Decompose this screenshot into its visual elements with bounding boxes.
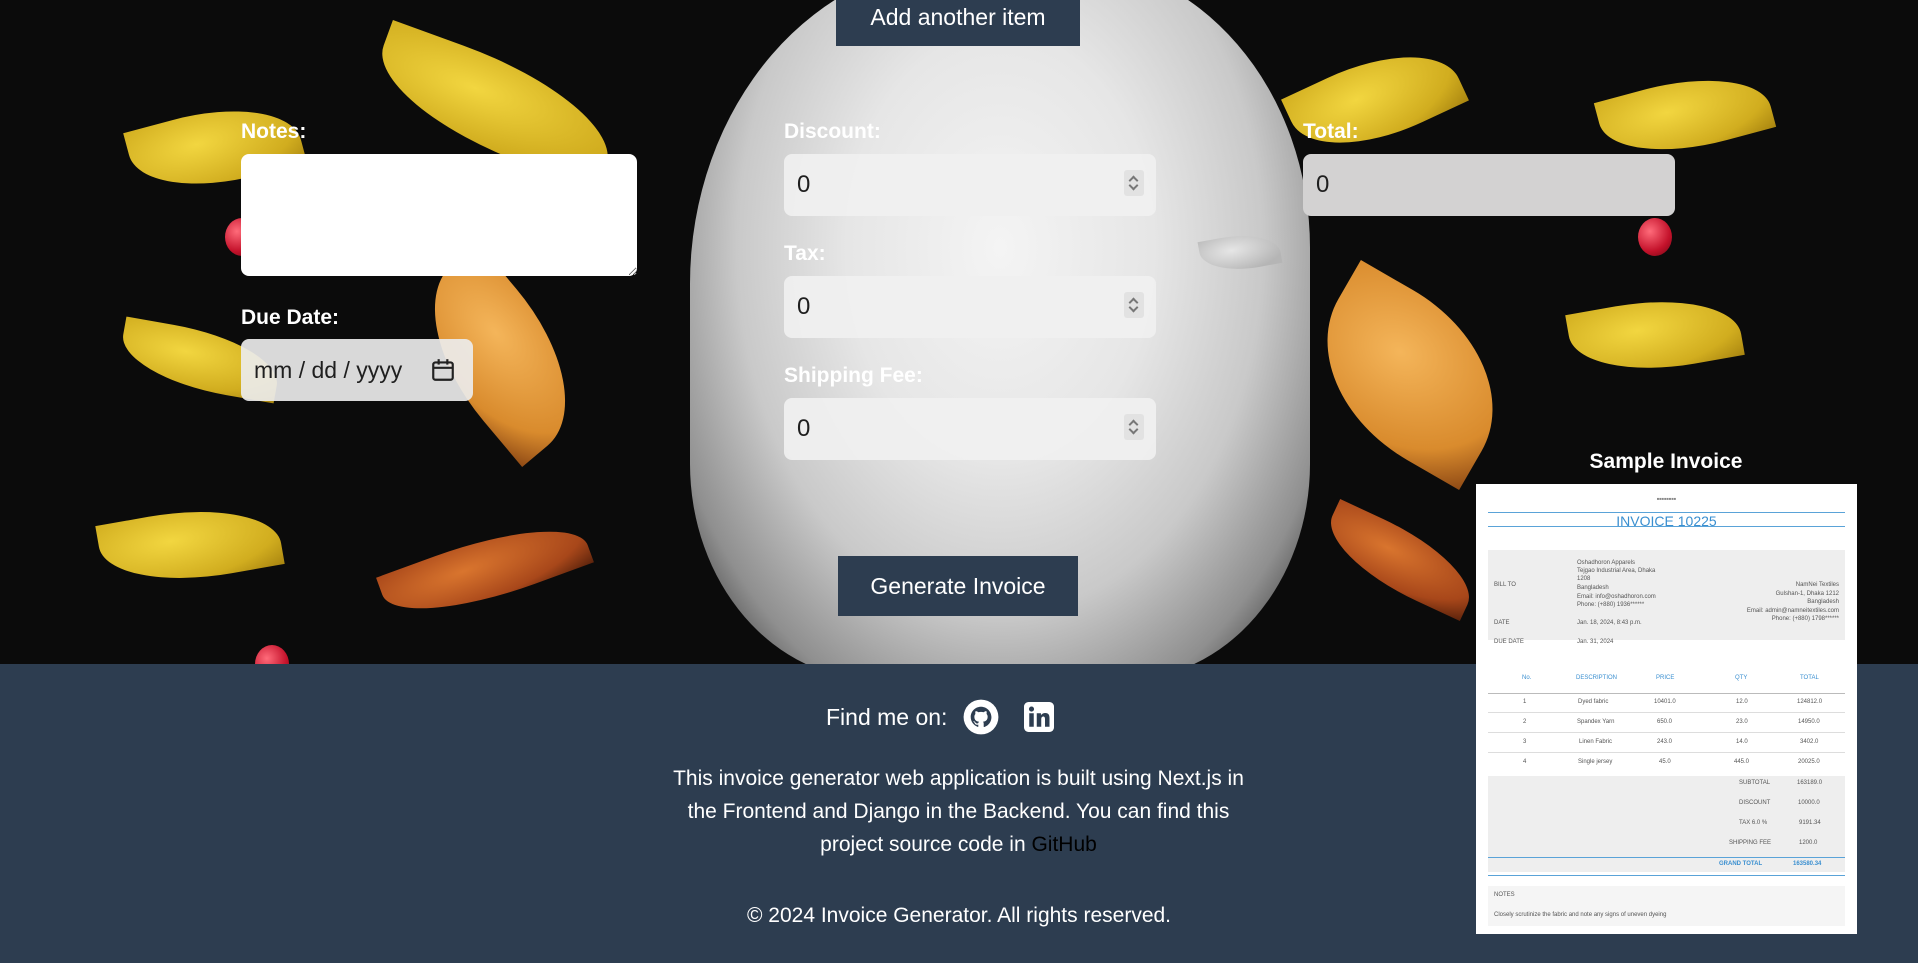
sample-date-value: Jan. 18, 2024, 8:43 p.m. (1577, 620, 1642, 626)
add-item-button[interactable]: Add another item (836, 0, 1080, 46)
sample-cell: Single jersey (1578, 759, 1613, 765)
sample-to-line: Bangladesh (1807, 599, 1839, 605)
shipping-label: Shipping Fee: (784, 364, 923, 387)
linkedin-icon[interactable] (1021, 699, 1057, 735)
github-icon[interactable] (962, 698, 1000, 736)
about-body: This invoice generator web application i… (673, 767, 1244, 856)
sample-from-line: Oshadhoron Apparels (1577, 560, 1636, 566)
sample-col-header: DESCRIPTION (1576, 675, 1618, 681)
sample-cell: 3402.0 (1800, 739, 1819, 745)
sample-sum-value: 9191.34 (1799, 820, 1821, 826)
sample-to-line: NamNei Textiles (1795, 582, 1839, 588)
sample-cell: 445.0 (1734, 759, 1750, 765)
tax-label: Tax: (784, 242, 826, 265)
calendar-icon[interactable] (430, 357, 456, 383)
sample-sum-label: SUBTOTAL (1739, 780, 1771, 786)
leaf-decoration (1281, 27, 1469, 173)
shipping-input[interactable]: 0 (784, 398, 1156, 460)
tax-input[interactable]: 0 (784, 276, 1156, 338)
sample-cell: 124812.0 (1797, 699, 1823, 705)
discount-spinner[interactable] (1124, 170, 1144, 196)
sample-invoice-number: INVOICE 10225 (1488, 512, 1845, 528)
sample-col-header: PRICE (1656, 675, 1675, 681)
notes-textarea[interactable] (241, 154, 637, 276)
sample-bill-to-label: BILL TO (1494, 582, 1516, 588)
leaf-decoration (1314, 499, 1486, 621)
sample-from-line: Phone: (+880) 1936****** (1577, 602, 1645, 608)
sample-cell: 20025.0 (1798, 759, 1820, 765)
discount-input[interactable]: 0 (784, 154, 1156, 216)
sample-sum-value: 10000.0 (1798, 800, 1820, 806)
sample-cell: Spandex Yarn (1577, 719, 1615, 725)
sample-due-label: DUE DATE (1494, 639, 1524, 645)
sample-cell: 23.0 (1736, 719, 1748, 725)
shipping-value: 0 (797, 415, 811, 442)
sample-cell: 10401.0 (1654, 699, 1676, 705)
about-text: This invoice generator web application i… (667, 762, 1250, 861)
sample-grand-total-label: GRAND TOTAL (1719, 861, 1763, 867)
sample-cell: Dyed fabric (1578, 699, 1609, 705)
sample-due-value: Jan. 31, 2024 (1577, 639, 1614, 645)
sample-cell: 14.0 (1736, 739, 1748, 745)
sample-to-line: Email: admin@namneitextiles.com (1746, 608, 1839, 614)
notes-label: Notes: (241, 120, 307, 143)
tax-spinner[interactable] (1124, 292, 1144, 318)
total-label: Total: (1303, 120, 1359, 143)
berry-decoration (255, 645, 289, 664)
sample-sum-label: SHIPPING FEE (1729, 840, 1772, 846)
leaf-decoration (95, 494, 285, 596)
sample-invoice-title: Sample Invoice (1589, 450, 1743, 473)
sample-sum-value: 163189.0 (1797, 780, 1823, 786)
sample-cell: 1 (1523, 699, 1527, 705)
sample-from-line: Email: info@oshadhoron.com (1577, 594, 1656, 600)
sample-sum-value: 1200.0 (1799, 840, 1818, 846)
tax-value: 0 (797, 293, 811, 320)
total-value: 0 (1316, 171, 1330, 198)
sample-invoice-preview: ■■■■■■■■ INVOICE 10225 BILL TO DATE DUE … (1476, 484, 1857, 934)
sample-sum-label: DISCOUNT (1739, 800, 1771, 806)
sample-cell: 3 (1523, 739, 1527, 745)
sample-to-line: Phone: (+880) 1798****** (1771, 616, 1839, 622)
sample-to-line: Gulshan-1, Dhaka 1212 (1775, 591, 1839, 597)
discount-label: Discount: (784, 120, 881, 143)
sample-col-header: No. (1522, 675, 1532, 681)
leaf-decoration (376, 505, 594, 635)
sample-sum-label: TAX 6.0 % (1739, 820, 1768, 826)
generate-invoice-button[interactable]: Generate Invoice (838, 556, 1078, 616)
sample-cell: 4 (1523, 759, 1527, 765)
sample-cell: 2 (1523, 719, 1527, 725)
due-date-label: Due Date: (241, 306, 340, 329)
due-date-input[interactable]: mm / dd / yyyy (241, 339, 473, 401)
sample-col-header: TOTAL (1800, 675, 1819, 681)
sample-cell: 14950.0 (1798, 719, 1820, 725)
sample-cell: 12.0 (1736, 699, 1748, 705)
github-link[interactable]: GitHub (1031, 833, 1096, 856)
sample-from-line: Tejgao Industrial Area, Dhaka (1577, 568, 1656, 574)
sample-cell: 45.0 (1659, 759, 1671, 765)
sample-cell: Linen Fabric (1579, 739, 1613, 745)
find-me-row: Find me on: (826, 698, 1057, 736)
shipping-spinner[interactable] (1124, 414, 1144, 440)
sample-notes-box (1488, 886, 1845, 926)
sample-cell: 650.0 (1657, 719, 1673, 725)
total-input[interactable]: 0 (1303, 154, 1675, 216)
leaf-decoration (1565, 285, 1745, 385)
sample-from-line: 1208 (1577, 576, 1591, 582)
sample-notes-label: NOTES (1494, 892, 1515, 898)
find-me-label: Find me on: (826, 703, 948, 730)
sample-col-header: QTY (1735, 675, 1748, 681)
sample-cell: 243.0 (1657, 739, 1673, 745)
discount-value: 0 (797, 171, 811, 198)
sample-date-label: DATE (1494, 620, 1510, 626)
berry-decoration (1638, 218, 1672, 256)
sample-grand-total-value: 163580.34 (1793, 861, 1822, 867)
sample-from-line: Bangladesh (1577, 585, 1609, 591)
due-date-placeholder: mm / dd / yyyy (254, 356, 403, 383)
sample-notes-text: Closely scrutinize the fabric and note a… (1494, 912, 1667, 918)
